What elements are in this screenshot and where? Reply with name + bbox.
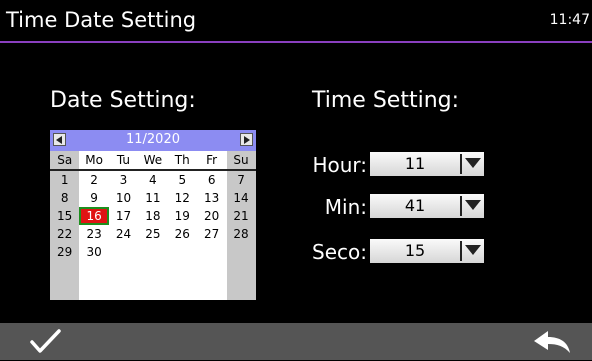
- calendar-day[interactable]: 12: [168, 189, 197, 207]
- clock: 11:47: [549, 12, 590, 28]
- calendar-day[interactable]: 2: [79, 171, 108, 189]
- second-value: 15: [404, 241, 426, 260]
- weekday-label: Fr: [206, 153, 218, 167]
- calendar-empty-cell: [197, 243, 226, 261]
- second-row: Seco: 15: [300, 237, 490, 267]
- calendar-day[interactable]: 30: [79, 243, 108, 261]
- calendar-day[interactable]: 19: [168, 207, 197, 225]
- calendar-header: 11/2020: [50, 130, 256, 151]
- dropdown-divider: [460, 241, 462, 261]
- hour-value: 11: [404, 154, 426, 173]
- minute-dropdown[interactable]: 41: [370, 194, 484, 218]
- weekday-header-row: Sa Mo Tu We Th Fr Su: [50, 151, 256, 171]
- calendar-day[interactable]: 25: [138, 225, 167, 243]
- calendar-week-row: 1 2 3 4 5 6 7: [50, 171, 256, 189]
- calendar-day[interactable]: 20: [197, 207, 226, 225]
- second-label: Seco:: [312, 240, 367, 264]
- calendar-day[interactable]: 22: [50, 225, 79, 243]
- calendar-day[interactable]: 14: [226, 189, 255, 207]
- date-calendar: 11/2020 Sa Mo Tu We Th Fr Su 1 2 3 4 5 6…: [50, 130, 256, 300]
- confirm-button[interactable]: [26, 327, 66, 357]
- calendar-day[interactable]: 17: [109, 207, 138, 225]
- calendar-week-row: 29 30: [50, 243, 256, 261]
- calendar-day[interactable]: 21: [226, 207, 255, 225]
- time-setting-title: Time Setting:: [312, 88, 460, 113]
- calendar-day[interactable]: 6: [197, 171, 226, 189]
- calendar-day[interactable]: 7: [226, 171, 255, 189]
- weekday-label: Su: [233, 153, 249, 167]
- calendar-empty-cell: [168, 243, 197, 261]
- calendar-day[interactable]: 28: [226, 225, 255, 243]
- calendar-week-row: 8 9 10 11 12 13 14: [50, 189, 256, 207]
- dropdown-arrow-icon[interactable]: [465, 200, 481, 210]
- second-dropdown[interactable]: 15: [370, 239, 484, 263]
- calendar-day[interactable]: 27: [197, 225, 226, 243]
- hour-dropdown[interactable]: 11: [370, 152, 484, 176]
- calendar-day[interactable]: 18: [138, 207, 167, 225]
- date-setting-title: Date Setting:: [50, 88, 196, 113]
- minute-value: 41: [404, 196, 426, 215]
- calendar-day[interactable]: 1: [50, 171, 79, 189]
- calendar-day[interactable]: 4: [138, 171, 167, 189]
- weekday-label: Th: [174, 153, 190, 167]
- calendar-day[interactable]: 29: [50, 243, 79, 261]
- title-divider: [0, 41, 592, 43]
- title-bar: Time Date Setting 11:47: [0, 0, 592, 43]
- page-title: Time Date Setting: [6, 8, 197, 32]
- calendar-day[interactable]: 15: [50, 207, 79, 225]
- next-month-icon[interactable]: [240, 133, 253, 146]
- calendar-day[interactable]: 11: [138, 189, 167, 207]
- calendar-month-label: 11/2020: [125, 132, 180, 147]
- dropdown-divider: [460, 154, 462, 174]
- weekday-label: We: [143, 153, 163, 167]
- calendar-day[interactable]: 8: [50, 189, 79, 207]
- calendar-day[interactable]: 13: [197, 189, 226, 207]
- bottom-toolbar: [0, 323, 592, 360]
- dropdown-arrow-icon[interactable]: [465, 158, 481, 168]
- calendar-empty-cell: [138, 243, 167, 261]
- weekday-label: Tu: [116, 153, 131, 167]
- calendar-empty-cell: [109, 243, 138, 261]
- calendar-day[interactable]: 10: [109, 189, 138, 207]
- calendar-week-row: 15 16 17 18 19 20 21: [50, 207, 256, 225]
- calendar-day[interactable]: 9: [79, 189, 108, 207]
- calendar-day[interactable]: 23: [79, 225, 108, 243]
- checkmark-icon: [30, 329, 61, 353]
- hour-label: Hour:: [312, 153, 367, 177]
- weekday-label: Mo: [85, 153, 103, 167]
- dropdown-arrow-icon[interactable]: [465, 245, 481, 255]
- calendar-empty-cell: [226, 243, 255, 261]
- minute-row: Min: 41: [300, 192, 490, 222]
- back-button[interactable]: [530, 329, 574, 355]
- back-arrow-icon: [534, 331, 570, 353]
- calendar-day[interactable]: 26: [168, 225, 197, 243]
- dropdown-divider: [460, 196, 462, 216]
- calendar-day[interactable]: 5: [168, 171, 197, 189]
- hour-row: Hour: 11: [300, 150, 490, 180]
- weekday-label: Sa: [57, 153, 73, 167]
- calendar-day-selected[interactable]: 16: [79, 207, 109, 225]
- calendar-day[interactable]: 24: [109, 225, 138, 243]
- calendar-week-row: 22 23 24 25 26 27 28: [50, 225, 256, 243]
- calendar-grid: Sa Mo Tu We Th Fr Su 1 2 3 4 5 6 7 8 9 1…: [50, 151, 256, 261]
- minute-label: Min:: [324, 195, 367, 219]
- calendar-day[interactable]: 3: [109, 171, 138, 189]
